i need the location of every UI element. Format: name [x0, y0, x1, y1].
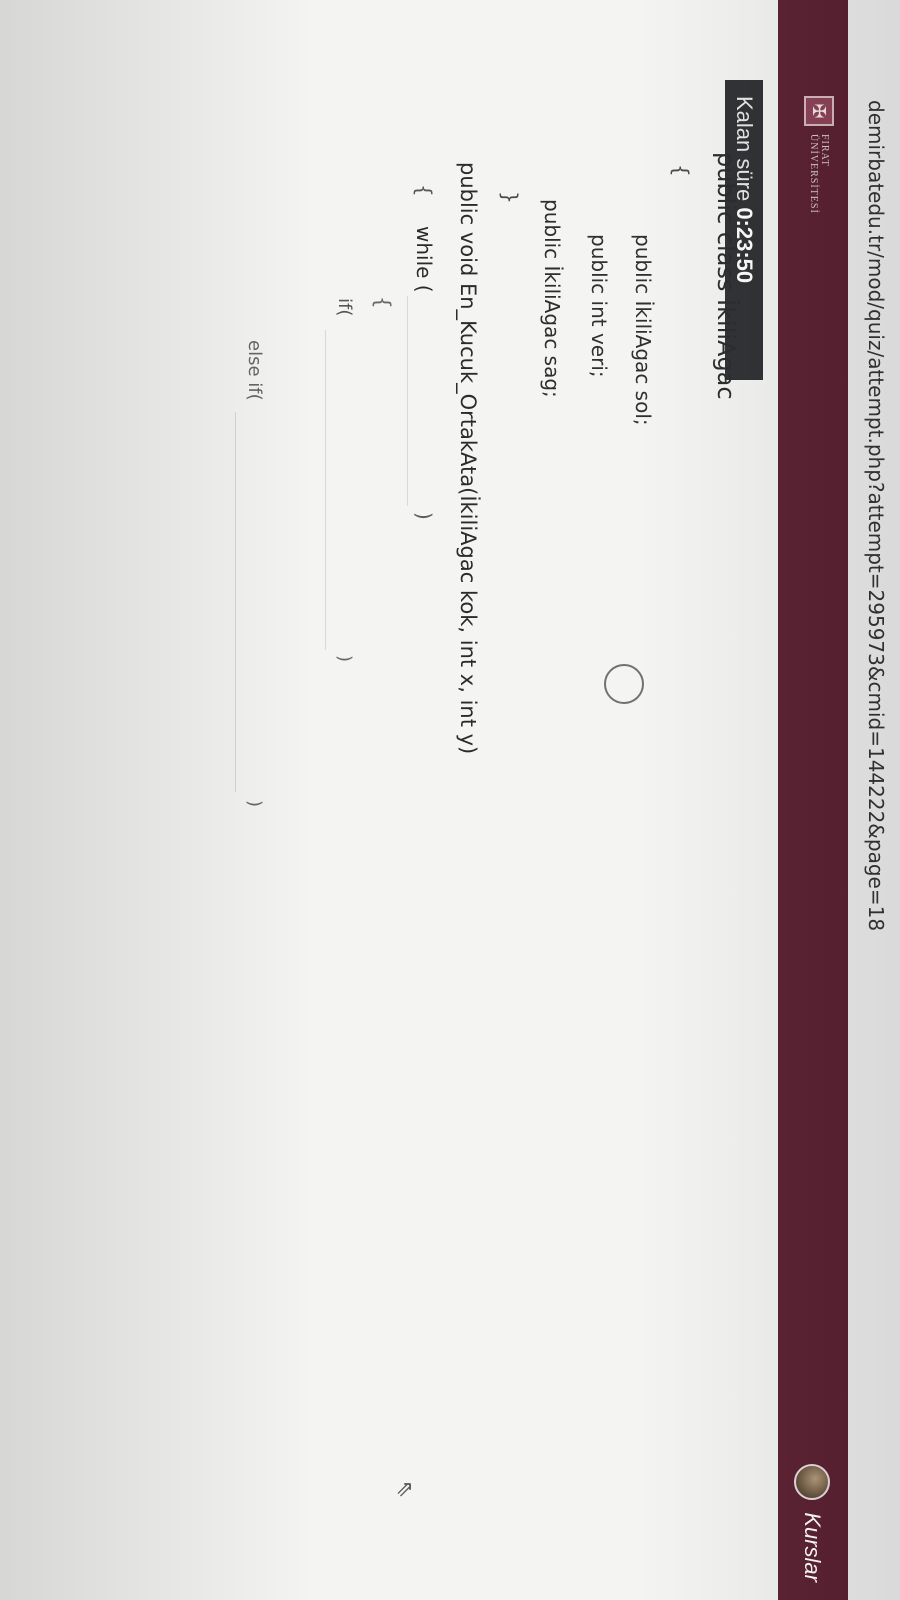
code-else-if-close: )	[244, 800, 265, 808]
code-line-right-field: public İkiliAgac sag;	[540, 199, 564, 398]
nav-right: Kurslar	[794, 1464, 830, 1582]
mouse-cursor-icon: ⇖	[393, 1480, 418, 1499]
browser-screen: demirbatedu.tr/mod/quiz/attempt.php?atte…	[0, 0, 900, 1600]
code-line-left-field: public İkiliAgac sol;	[631, 234, 655, 426]
quiz-content: Kalan süre 0:23:50 public class İkiliAga…	[0, 0, 778, 1600]
logo-line-2: ÜNİVERSİTESİ	[808, 134, 819, 214]
photo-frame: demirbatedu.tr/mod/quiz/attempt.php?atte…	[0, 0, 900, 1600]
user-avatar[interactable]	[794, 1464, 830, 1501]
edit-circle-icon[interactable]	[604, 664, 644, 704]
logo-emblem-icon: ✠	[804, 96, 834, 126]
code-line-class: public class İkiliAgac	[712, 152, 740, 400]
site-navbar: ✠ FIRAT ÜNİVERSİTESİ Kurslar	[778, 0, 848, 1600]
code-line-data-field: public int veri;	[587, 234, 611, 378]
courses-link[interactable]: Kurslar	[799, 1512, 825, 1582]
code-line-close-brace: }	[498, 191, 522, 204]
if-condition-input[interactable]	[325, 330, 360, 650]
else-if-condition-input[interactable]	[235, 412, 270, 792]
while-condition-input[interactable]	[407, 296, 442, 506]
logo-text: FIRAT ÜNİVERSİTESİ	[808, 134, 830, 214]
code-if-keyword: if(	[334, 298, 355, 317]
code-while-keyword: while (	[412, 226, 436, 293]
university-logo[interactable]: ✠ FIRAT ÜNİVERSİTESİ	[804, 96, 834, 214]
code-line-method-brace: {	[412, 184, 436, 197]
code-else-if-keyword: else if(	[244, 340, 265, 401]
code-if-close: )	[334, 655, 355, 663]
address-bar[interactable]: demirbatedu.tr/mod/quiz/attempt.php?atte…	[847, 0, 900, 1600]
url-text[interactable]: demirbatedu.tr/mod/quiz/attempt.php?atte…	[864, 100, 888, 931]
code-line-method: public void En_Kucuk_OrtakAta(İkiliAgac …	[456, 162, 480, 755]
code-while-close: )	[412, 512, 436, 520]
logo-line-1: FIRAT	[819, 134, 830, 167]
code-line-open-brace: {	[669, 164, 693, 177]
code-line-while-brace: {	[371, 296, 395, 309]
